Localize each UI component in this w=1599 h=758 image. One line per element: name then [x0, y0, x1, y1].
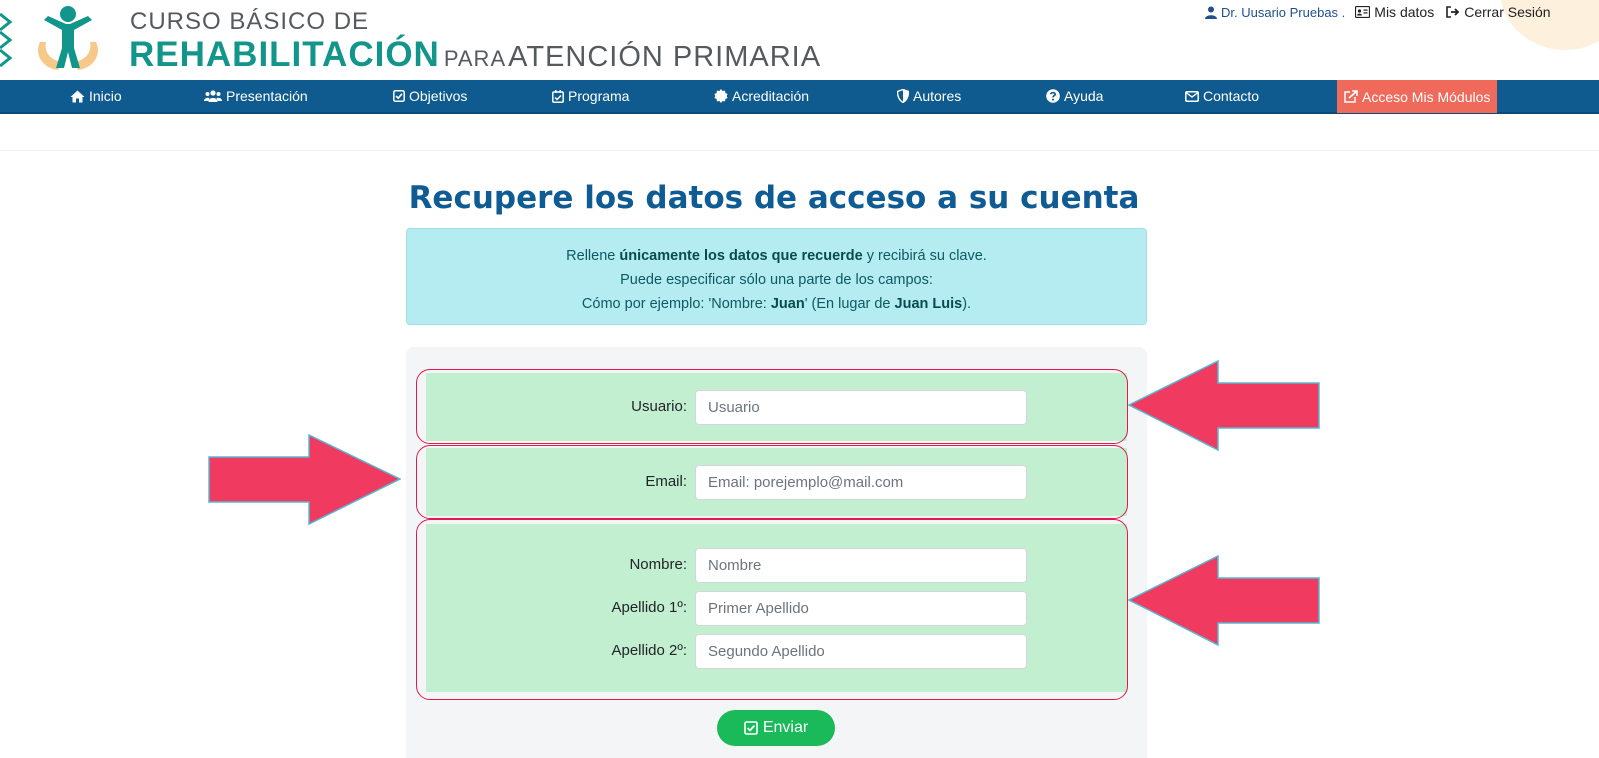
submit-button[interactable]: Enviar [717, 710, 835, 746]
user-icon [1205, 6, 1217, 19]
nav-item-presentacion[interactable]: Presentación [204, 80, 308, 112]
nav-item-label: Autores [913, 88, 962, 104]
email-label: Email: [645, 473, 687, 490]
info-alert: Rellene únicamente los datos que recuerd… [406, 228, 1147, 325]
calendar-check-icon [552, 89, 564, 103]
nav-item-label: Objetivos [409, 88, 468, 104]
course-title-main: REHABILITACIÓN [129, 35, 440, 74]
usuario-label: Usuario: [631, 398, 687, 415]
info-bold-text: Juan Luis [894, 296, 963, 312]
apellido1-label: Apellido 1º: [611, 599, 687, 616]
users-icon [204, 90, 222, 102]
nav-item-label: Contacto [1203, 88, 1260, 104]
id-card-icon [1355, 6, 1371, 18]
apellido2-input[interactable] [695, 634, 1027, 669]
logout-link[interactable]: Cerrar Sesión [1446, 4, 1551, 20]
info-text: y recibirá su clave. [862, 248, 987, 264]
nombre-input[interactable] [695, 548, 1027, 583]
shield-icon [897, 89, 909, 103]
check-square-icon [744, 721, 758, 735]
course-title-rest: ATENCIÓN PRIMARIA [508, 41, 822, 73]
nav-item-programa[interactable]: Programa [552, 80, 629, 112]
question-circle-icon [1046, 89, 1060, 103]
apellido1-input[interactable] [695, 591, 1027, 626]
user-profile-link[interactable]: Dr. Uusario Pruebas . [1205, 5, 1345, 20]
nav-item-objetivos[interactable]: Objetivos [393, 80, 467, 112]
check-square-icon [393, 90, 405, 102]
nav-item-acceso-mis-modulos[interactable]: Acceso Mis Módulos [1337, 80, 1498, 113]
nav-item-ayuda[interactable]: Ayuda [1046, 80, 1103, 112]
my-data-link[interactable]: Mis datos [1355, 4, 1434, 20]
course-logo[interactable] [32, 2, 104, 74]
info-line-2: Puede especificar sólo una parte de los … [620, 272, 933, 288]
certificate-icon [714, 89, 728, 103]
info-text: ' (En lugar de [804, 296, 895, 312]
info-text: Rellene [566, 248, 620, 264]
logout-label: Cerrar Sesión [1464, 4, 1551, 20]
apellido2-label: Apellido 2º: [611, 642, 687, 659]
sign-out-icon [1446, 6, 1460, 18]
page-title: Recupere los datos de acceso a su cuenta [408, 180, 1140, 216]
main-nav: Inicio Presentación Objetivos Programa A… [0, 80, 1599, 114]
course-title-line2: REHABILITACIÓN PARAATENCIÓN PRIMARIA [129, 35, 821, 75]
decorative-stripes [0, 12, 13, 68]
annotation-arrow-left-icon [1128, 555, 1320, 647]
info-bold-text: únicamente los datos que recuerde [619, 248, 863, 264]
course-title-para: PARA [443, 46, 507, 71]
info-text: ). [962, 296, 972, 312]
nav-item-inicio[interactable]: Inicio [70, 80, 122, 112]
section-divider [0, 150, 1599, 151]
home-icon [70, 90, 85, 102]
annotation-arrow-right-icon [208, 434, 401, 526]
nav-item-label: Presentación [226, 88, 308, 104]
envelope-icon [1185, 90, 1199, 102]
info-line-1: Rellene únicamente los datos que recuerd… [407, 244, 1146, 268]
submit-label: Enviar [762, 719, 809, 736]
my-data-label: Mis datos [1374, 4, 1435, 20]
course-title-line1: CURSO BÁSICO DE [130, 8, 370, 35]
info-bold-text: Juan [770, 296, 805, 312]
nav-item-label: Acreditación [732, 88, 810, 104]
info-text: Cómo por ejemplo: 'Nombre: [581, 296, 771, 312]
user-bar: Dr. Uusario Pruebas . Mis datos Cerrar S… [1205, 4, 1563, 20]
external-link-icon [1344, 90, 1358, 103]
nombre-label: Nombre: [629, 556, 687, 573]
usuario-input[interactable] [695, 390, 1027, 425]
user-name: Dr. Uusario Pruebas . [1221, 4, 1346, 20]
nav-item-label: Ayuda [1064, 88, 1104, 104]
nav-item-label: Acceso Mis Módulos [1362, 88, 1491, 105]
nav-item-label: Programa [568, 88, 630, 104]
annotation-arrow-left-icon [1128, 360, 1320, 452]
site-header: CURSO BÁSICO DE REHABILITACIÓN PARAATENCI… [0, 0, 1599, 80]
nav-item-contacto[interactable]: Contacto [1185, 80, 1259, 112]
nav-item-autores[interactable]: Autores [897, 80, 961, 112]
nav-item-acreditacion[interactable]: Acreditación [714, 80, 809, 112]
nav-item-label: Inicio [89, 88, 122, 104]
info-line-3: Cómo por ejemplo: 'Nombre: Juan' (En lug… [407, 292, 1146, 316]
email-input[interactable] [695, 465, 1027, 500]
